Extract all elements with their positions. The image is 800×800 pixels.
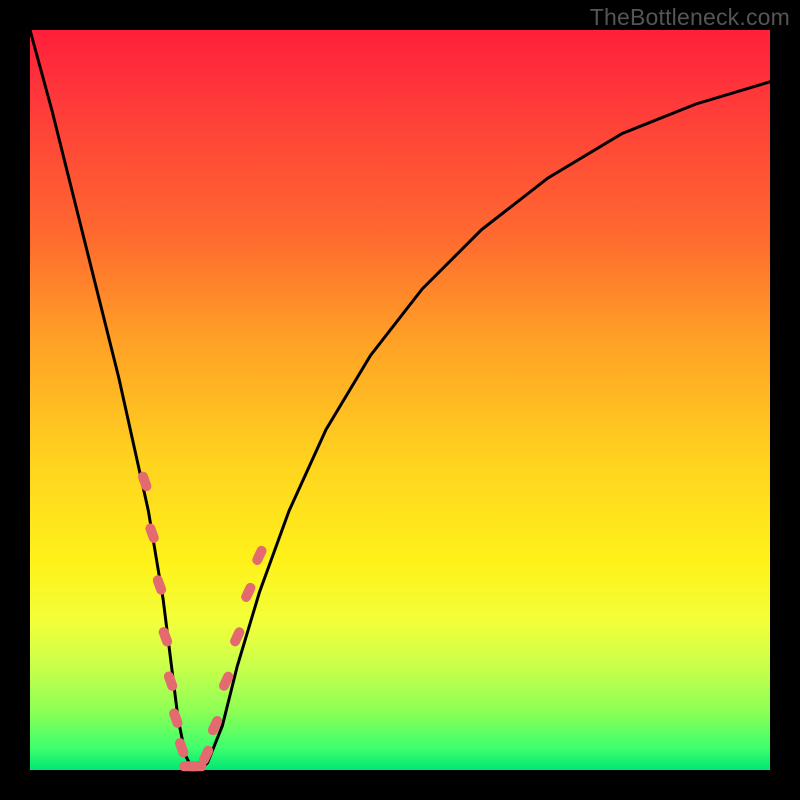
plot-area [30,30,770,770]
bottleneck-curve [30,30,770,770]
highlight-dot [251,544,269,566]
highlight-dot [144,522,160,544]
highlight-dot [174,737,190,759]
highlight-dot [157,626,173,648]
highlight-dot [151,574,167,596]
chart-frame: TheBottleneck.com [0,0,800,800]
highlight-dot [162,670,178,692]
highlight-dots [137,470,269,771]
highlight-dot [240,581,258,603]
watermark-text: TheBottleneck.com [590,4,790,31]
highlight-dot [168,707,184,729]
bottleneck-curve-svg [30,30,770,770]
